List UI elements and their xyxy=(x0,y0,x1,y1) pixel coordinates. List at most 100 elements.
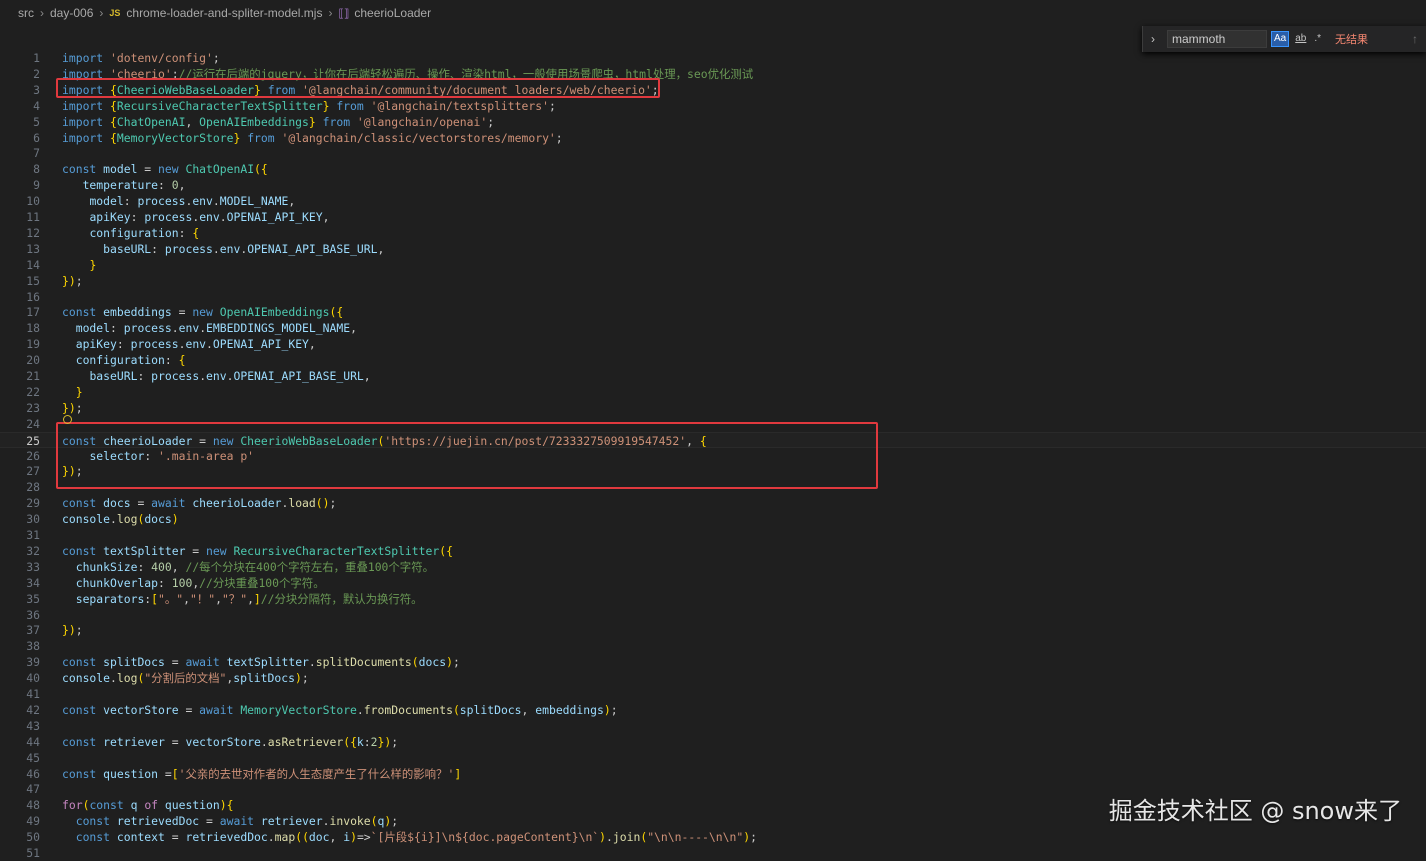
code-line[interactable]: 29const docs = await cheerioLoader.load(… xyxy=(0,495,1426,511)
line-number: 16 xyxy=(0,289,40,305)
code-line[interactable]: 46const question =['父亲的去世对作者的人生态度产生了什么样的… xyxy=(0,766,1426,782)
line-number: 5 xyxy=(0,114,40,130)
code-line[interactable]: 13 baseURL: process.env.OPENAI_API_BASE_… xyxy=(0,241,1426,257)
code-line[interactable]: 45 xyxy=(0,750,1426,766)
line-number: 26 xyxy=(0,448,40,464)
line-number: 43 xyxy=(0,718,40,734)
code-line[interactable]: 11 apiKey: process.env.OPENAI_API_KEY, xyxy=(0,209,1426,225)
breadcrumb-item-file[interactable]: chrome-loader-and-spliter-model.mjs xyxy=(126,6,322,20)
line-number: 36 xyxy=(0,607,40,623)
code-line[interactable]: 31 xyxy=(0,527,1426,543)
line-number: 14 xyxy=(0,257,40,273)
line-number: 48 xyxy=(0,797,40,813)
code-line[interactable]: 20 configuration: { xyxy=(0,352,1426,368)
line-number: 34 xyxy=(0,575,40,591)
line-number: 25 xyxy=(0,433,40,449)
code-text: model: process.env.EMBEDDINGS_MODEL_NAME… xyxy=(62,320,357,336)
line-number: 41 xyxy=(0,686,40,702)
breadcrumb-item-folder[interactable]: day-006 xyxy=(50,6,93,20)
code-line[interactable]: 10 model: process.env.MODEL_NAME, xyxy=(0,193,1426,209)
regex-toggle[interactable]: .* xyxy=(1312,32,1323,46)
code-text: chunkSize: 400, //每个分块在400个字符左右，重叠100个字符… xyxy=(62,559,434,575)
code-line[interactable]: 44const retriever = vectorStore.asRetrie… xyxy=(0,734,1426,750)
code-text: const splitDocs = await textSplitter.spl… xyxy=(62,654,460,670)
code-text: configuration: { xyxy=(62,352,185,368)
line-number: 21 xyxy=(0,368,40,384)
line-number: 49 xyxy=(0,813,40,829)
code-line[interactable]: 32const textSplitter = new RecursiveChar… xyxy=(0,543,1426,559)
code-text: }); xyxy=(62,273,83,289)
code-line[interactable]: 42 const vectorStore = await MemoryVector… xyxy=(0,702,1426,718)
line-number: 19 xyxy=(0,336,40,352)
code-line[interactable]: 23}); xyxy=(0,400,1426,416)
line-number: 22 xyxy=(0,384,40,400)
code-line[interactable]: 4import {RecursiveCharacterTextSplitter}… xyxy=(0,98,1426,114)
find-input[interactable] xyxy=(1167,30,1267,48)
code-line[interactable]: 50 const context = retrievedDoc.map((doc… xyxy=(0,829,1426,845)
variable-icon: ⟦⟧ xyxy=(338,7,349,20)
code-line[interactable]: 43 xyxy=(0,718,1426,734)
js-file-icon: JS xyxy=(109,8,120,18)
highlight-box-import xyxy=(56,78,660,98)
code-line[interactable]: 35 separators:["。","！","？",]//分块分隔符，默认为换… xyxy=(0,591,1426,607)
code-text: import 'dotenv/config'; xyxy=(62,50,220,66)
code-line[interactable]: 7 xyxy=(0,145,1426,161)
code-line[interactable]: 19 apiKey: process.env.OPENAI_API_KEY, xyxy=(0,336,1426,352)
code-line[interactable]: 21 baseURL: process.env.OPENAI_API_BASE_… xyxy=(0,368,1426,384)
code-line[interactable]: 51 xyxy=(0,845,1426,861)
breadcrumb-item-src[interactable]: src xyxy=(18,6,34,20)
toggle-replace-icon[interactable]: › xyxy=(1143,32,1163,46)
breadcrumb-item-symbol[interactable]: cheerioLoader xyxy=(354,6,431,20)
code-line[interactable]: 16 xyxy=(0,289,1426,305)
code-line[interactable]: 37}); xyxy=(0,622,1426,638)
code-line[interactable]: 41 xyxy=(0,686,1426,702)
code-text: import {RecursiveCharacterTextSplitter} … xyxy=(62,98,556,114)
line-number: 13 xyxy=(0,241,40,257)
line-number: 30 xyxy=(0,511,40,527)
code-text: apiKey: process.env.OPENAI_API_KEY, xyxy=(62,336,316,352)
line-number: 3 xyxy=(0,82,40,98)
code-line[interactable]: 12 configuration: { xyxy=(0,225,1426,241)
code-text: separators:["。","！","？",]//分块分隔符，默认为换行符。 xyxy=(62,591,423,607)
code-line[interactable]: 5 import {ChatOpenAI, OpenAIEmbeddings} f… xyxy=(0,114,1426,130)
code-line[interactable]: 36 xyxy=(0,607,1426,623)
code-line[interactable]: 18 model: process.env.EMBEDDINGS_MODEL_N… xyxy=(0,320,1426,336)
code-line[interactable]: 6import {MemoryVectorStore} from '@langc… xyxy=(0,130,1426,146)
code-text: const retriever = vectorStore.asRetrieve… xyxy=(62,734,398,750)
code-text: const docs = await cheerioLoader.load(); xyxy=(62,495,336,511)
line-number: 27 xyxy=(0,463,40,479)
whole-word-toggle[interactable]: ab xyxy=(1293,32,1308,46)
code-line[interactable]: 15}); xyxy=(0,273,1426,289)
code-line[interactable]: 33 chunkSize: 400, //每个分块在400个字符左右，重叠100… xyxy=(0,559,1426,575)
find-result-status: 无结果 xyxy=(1335,31,1368,47)
code-line[interactable]: 1import 'dotenv/config'; xyxy=(0,50,1426,66)
code-text: const question =['父亲的去世对作者的人生态度产生了什么样的影响… xyxy=(62,766,461,782)
code-line[interactable]: 38 xyxy=(0,638,1426,654)
line-number: 35 xyxy=(0,591,40,607)
arrow-up-icon[interactable]: ↑ xyxy=(1412,32,1418,46)
code-line[interactable]: 17const embeddings = new OpenAIEmbedding… xyxy=(0,304,1426,320)
code-line[interactable]: 30console.log(docs) xyxy=(0,511,1426,527)
chevron-right-icon: › xyxy=(328,6,332,20)
code-line[interactable]: 22 } xyxy=(0,384,1426,400)
line-number: 33 xyxy=(0,559,40,575)
line-number: 18 xyxy=(0,320,40,336)
line-number: 40 xyxy=(0,670,40,686)
code-line[interactable]: 14 } xyxy=(0,257,1426,273)
code-text: import {ChatOpenAI, OpenAIEmbeddings} fr… xyxy=(62,114,494,130)
code-text: model: process.env.MODEL_NAME, xyxy=(62,193,295,209)
code-text: const embeddings = new OpenAIEmbeddings(… xyxy=(62,304,343,320)
line-number: 42 xyxy=(0,702,40,718)
code-text: const vectorStore = await MemoryVectorSt… xyxy=(62,702,618,718)
match-case-toggle[interactable]: Aa xyxy=(1271,31,1289,47)
code-line[interactable]: 40console.log("分割后的文档",splitDocs); xyxy=(0,670,1426,686)
code-line[interactable]: 39const splitDocs = await textSplitter.s… xyxy=(0,654,1426,670)
code-line[interactable]: 9 temperature: 0, xyxy=(0,177,1426,193)
line-number: 20 xyxy=(0,352,40,368)
code-text: const retrievedDoc = await retriever.inv… xyxy=(62,813,398,829)
code-line[interactable]: 34 chunkOverlap: 100,//分块重叠100个字符。 xyxy=(0,575,1426,591)
lightbulb-icon[interactable] xyxy=(63,415,72,424)
code-line[interactable]: 8const model = new ChatOpenAI({ xyxy=(0,161,1426,177)
code-text: for(const q of question){ xyxy=(62,797,233,813)
chevron-right-icon: › xyxy=(99,6,103,20)
